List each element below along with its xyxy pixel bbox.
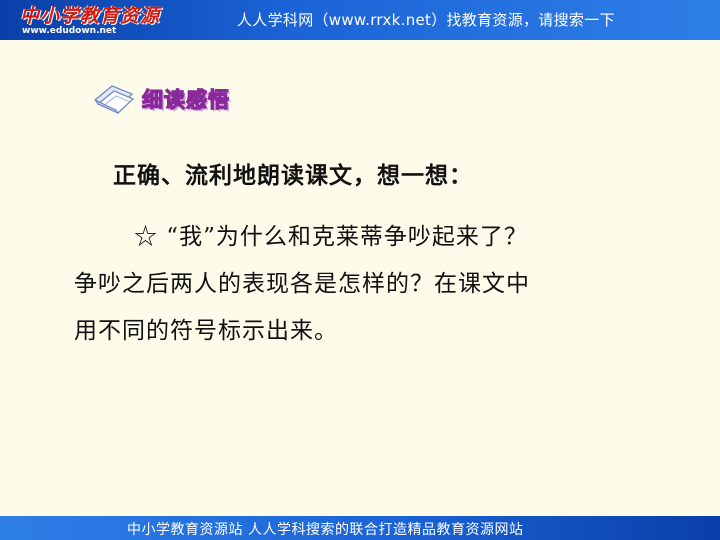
section-title: 细读感悟	[141, 87, 230, 112]
banner-slogan: 人人学科网（www.rrxk.net）找教育资源，请搜索一下	[237, 11, 615, 29]
site-logo-url[interactable]: www.edudown.net	[22, 26, 116, 36]
question-line: 用不同的符号标示出来。	[74, 318, 338, 344]
question-line: 争吵之后两人的表现各是怎样的？在课文中	[74, 271, 530, 297]
question-line: ☆ “我”为什么和克莱蒂争吵起来了？	[134, 224, 528, 250]
reading-prompt: 正确、流利地朗读课文，想一想：	[113, 163, 473, 189]
question-block: ☆ “我”为什么和克莱蒂争吵起来了？ 争吵之后两人的表现各是怎样的？在课文中 用…	[74, 214, 674, 355]
book-pages-icon	[93, 85, 135, 115]
top-banner: 中小学教育资源 www.edudown.net 人人学科网（www.rrxk.n…	[0, 0, 720, 40]
footer-text[interactable]: 中小学教育资源站 人人学科搜索的联合打造精品教育资源网站	[127, 519, 523, 539]
site-logo[interactable]: 中小学教育资源	[20, 1, 160, 28]
bottom-banner: 中小学教育资源站 人人学科搜索的联合打造精品教育资源网站	[0, 516, 720, 540]
